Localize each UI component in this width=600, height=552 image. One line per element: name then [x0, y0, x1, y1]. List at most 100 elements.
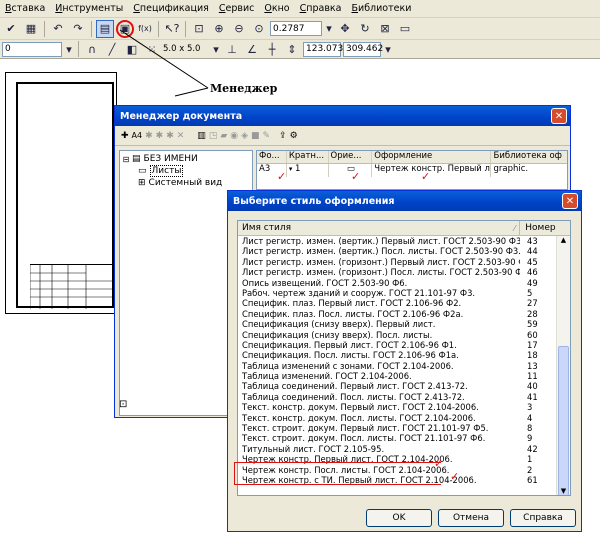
- list-item[interactable]: Рабоч. чертеж зданий и сооруж. ГОСТ 21.1…: [238, 288, 570, 298]
- add-sheet-a4-icon[interactable]: A4: [132, 131, 143, 140]
- properties-icon[interactable]: ⊡: [119, 399, 133, 413]
- scroll-down-icon[interactable]: ▼: [557, 487, 570, 495]
- style-number: 40: [527, 381, 538, 392]
- list-item[interactable]: Текст. строит. докум. Первый лист. ГОСТ …: [238, 423, 570, 433]
- style-name: Лист регистр. измен. (горизонт.) Посл. л…: [242, 267, 520, 278]
- list-item[interactable]: Текст. строит. докум. Посл. листы. ГОСТ …: [238, 433, 570, 443]
- style-number: 17: [527, 339, 538, 350]
- export-icon[interactable]: ⇪: [279, 131, 287, 141]
- list-item[interactable]: Спецификация. Посл. листы. ГОСТ 2.106-96…: [238, 350, 570, 360]
- style-list: Имя стиля ⁄ Номер Лист регистр. измен. (…: [237, 220, 571, 496]
- style-name: Лист регистр. измен. (вертик.) Посл. лис…: [242, 246, 520, 257]
- list-item[interactable]: Спецификация (снизу вверх). Первый лист.…: [238, 319, 570, 329]
- style-name: Лист регистр. измен. (вертик.) Первый ли…: [242, 236, 520, 246]
- list-item[interactable]: Лист регистр. измен. (горизонт.) Первый …: [238, 257, 570, 267]
- eye-icon[interactable]: ◉: [230, 131, 238, 141]
- style-name: Специфик. плаз. Посл. листы. ГОСТ 2.106-…: [242, 308, 464, 319]
- table-row[interactable]: А3 ▾ 1 ▭ Чертеж констр. Первый лист grap…: [257, 164, 567, 177]
- style-number: 2: [527, 464, 533, 475]
- col-orientation[interactable]: Орие...: [329, 151, 373, 163]
- style-number: 43: [527, 236, 538, 246]
- col-multiplicity[interactable]: Кратн...: [287, 151, 329, 163]
- list-item[interactable]: Текст. констр. докум. Посл. листы. ГОСТ …: [238, 413, 570, 423]
- list-item[interactable]: Таблица изменений с зонами. ГОСТ 2.104-2…: [238, 361, 570, 371]
- tree-item-system-view[interactable]: ⊞ Системный вид: [120, 177, 252, 189]
- color-icon[interactable]: ■: [251, 131, 260, 141]
- col-number[interactable]: Номер: [520, 223, 570, 233]
- callout-label: Менеджер: [210, 82, 278, 95]
- list-item[interactable]: Таблица изменений. ГОСТ 2.104-2006. 11: [238, 371, 570, 381]
- layer-icon[interactable]: ◳: [209, 131, 218, 141]
- style-number: 11: [527, 371, 538, 382]
- cell-multiplicity[interactable]: ▾ 1: [287, 164, 329, 177]
- star-icon[interactable]: ✱: [145, 131, 153, 141]
- list-item[interactable]: Спецификация (снизу вверх). Посл. листы.…: [238, 330, 570, 340]
- list-item[interactable]: Лист регистр. измен. (вертик.) Посл. лис…: [238, 246, 570, 256]
- tree-item-sheets[interactable]: ▭ Листы: [120, 165, 252, 177]
- tree-root[interactable]: ⊟ ▤ БЕЗ ИМЕНИ: [120, 153, 252, 165]
- red-check-mark: ✓: [434, 457, 444, 470]
- style-name: Спецификация. Первый лист. ГОСТ 2.106-96…: [242, 339, 457, 350]
- close-icon[interactable]: ✕: [562, 193, 578, 209]
- ok-button[interactable]: OK: [366, 509, 432, 527]
- sheets-table-header: Фо... Кратн... Орие... Оформление Библио…: [257, 151, 567, 164]
- col-format[interactable]: Фо...: [257, 151, 287, 163]
- list-item[interactable]: Лист регистр. измен. (горизонт.) Посл. л…: [238, 267, 570, 277]
- panel-icon[interactable]: ▥: [197, 131, 206, 141]
- settings-icon[interactable]: ⚙: [290, 131, 298, 141]
- style-name: Таблица соединений. Первый лист. ГОСТ 2.…: [242, 381, 468, 392]
- add-sheet-icon[interactable]: ✚: [121, 131, 129, 141]
- star-icon[interactable]: ✱: [166, 131, 174, 141]
- list-item[interactable]: Специфик. плаз. Посл. листы. ГОСТ 2.106-…: [238, 309, 570, 319]
- list-item[interactable]: Специфик. плаз. Первый лист. ГОСТ 2.106-…: [238, 298, 570, 308]
- col-design[interactable]: Оформление: [372, 151, 492, 163]
- list-item[interactable]: Лист регистр. измен. (вертик.) Первый ли…: [238, 236, 570, 246]
- close-icon[interactable]: ✕: [551, 108, 567, 124]
- cancel-button[interactable]: Отмена: [438, 509, 504, 527]
- style-number: 4: [527, 412, 533, 423]
- scroll-up-icon[interactable]: ▲: [557, 236, 570, 244]
- style-name: Лист регистр. измен. (горизонт.) Первый …: [242, 256, 520, 267]
- red-check-mark: ✓: [351, 170, 361, 183]
- bulb-icon[interactable]: ◈: [241, 131, 248, 141]
- style-name: Таблица соединений. Посл. листы. ГОСТ 2.…: [242, 391, 465, 402]
- collapse-icon[interactable]: ⊟: [120, 155, 132, 164]
- list-item[interactable]: Таблица соединений. Посл. листы. ГОСТ 2.…: [238, 392, 570, 402]
- style-name: Текст. констр. докум. Посл. листы. ГОСТ …: [242, 412, 476, 423]
- help-button[interactable]: Справка: [510, 509, 576, 527]
- list-item[interactable]: Титульный лист. ГОСТ 2.105-95. 42: [238, 444, 570, 454]
- list-item[interactable]: Таблица соединений. Первый лист. ГОСТ 2.…: [238, 381, 570, 391]
- style-number: 28: [527, 308, 538, 319]
- style-number: 5: [527, 287, 533, 298]
- sheets-icon: ▭: [138, 166, 147, 176]
- scroll-thumb[interactable]: [558, 346, 569, 495]
- style-name: Спецификация (снизу вверх). Первый лист.: [242, 319, 436, 330]
- document-manager-title: Менеджер документа: [115, 106, 570, 126]
- style-number: 42: [527, 443, 538, 454]
- list-item[interactable]: Опись извещений. ГОСТ 2.503-90 Ф6. 49: [238, 278, 570, 288]
- style-name: Рабоч. чертеж зданий и сооруж. ГОСТ 21.1…: [242, 287, 476, 298]
- list-item[interactable]: Спецификация. Первый лист. ГОСТ 2.106-96…: [238, 340, 570, 350]
- lock-icon[interactable]: ▰: [220, 131, 227, 141]
- col-library[interactable]: Библиотека оф: [491, 151, 567, 163]
- style-name: Титульный лист. ГОСТ 2.105-95.: [242, 443, 385, 454]
- delete-icon[interactable]: ✕: [177, 131, 185, 141]
- style-number: 59: [527, 319, 538, 330]
- cell-design[interactable]: Чертеж констр. Первый лист: [372, 164, 492, 177]
- chevron-down-icon[interactable]: ▾: [289, 165, 293, 173]
- style-number: 3: [527, 402, 533, 413]
- style-number: 46: [527, 267, 538, 278]
- scrollbar[interactable]: ▲ ▼: [556, 236, 570, 495]
- col-style-name[interactable]: Имя стиля ⁄: [238, 221, 521, 235]
- cell-library[interactable]: graphic.: [491, 164, 567, 177]
- list-item[interactable]: Текст. констр. докум. Первый лист. ГОСТ …: [238, 402, 570, 412]
- style-dialog: Выберите стиль оформления ✕ Имя стиля ⁄ …: [227, 190, 582, 532]
- style-dialog-title: Выберите стиль оформления: [228, 191, 581, 211]
- star-icon[interactable]: ✱: [156, 131, 164, 141]
- tree-root-label: БЕЗ ИМЕНИ: [143, 154, 198, 164]
- edit-icon[interactable]: ✎: [263, 131, 271, 141]
- style-number: 1: [527, 454, 533, 465]
- document-manager-toolbar: ✚ A4 ✱ ✱ ✱ ✕ ▥ ◳ ▰ ◉ ◈ ■ ✎ ⇪ ⚙: [115, 126, 570, 146]
- style-name: Опись извещений. ГОСТ 2.503-90 Ф6.: [242, 277, 408, 288]
- tree-item-label: Системный вид: [148, 178, 223, 188]
